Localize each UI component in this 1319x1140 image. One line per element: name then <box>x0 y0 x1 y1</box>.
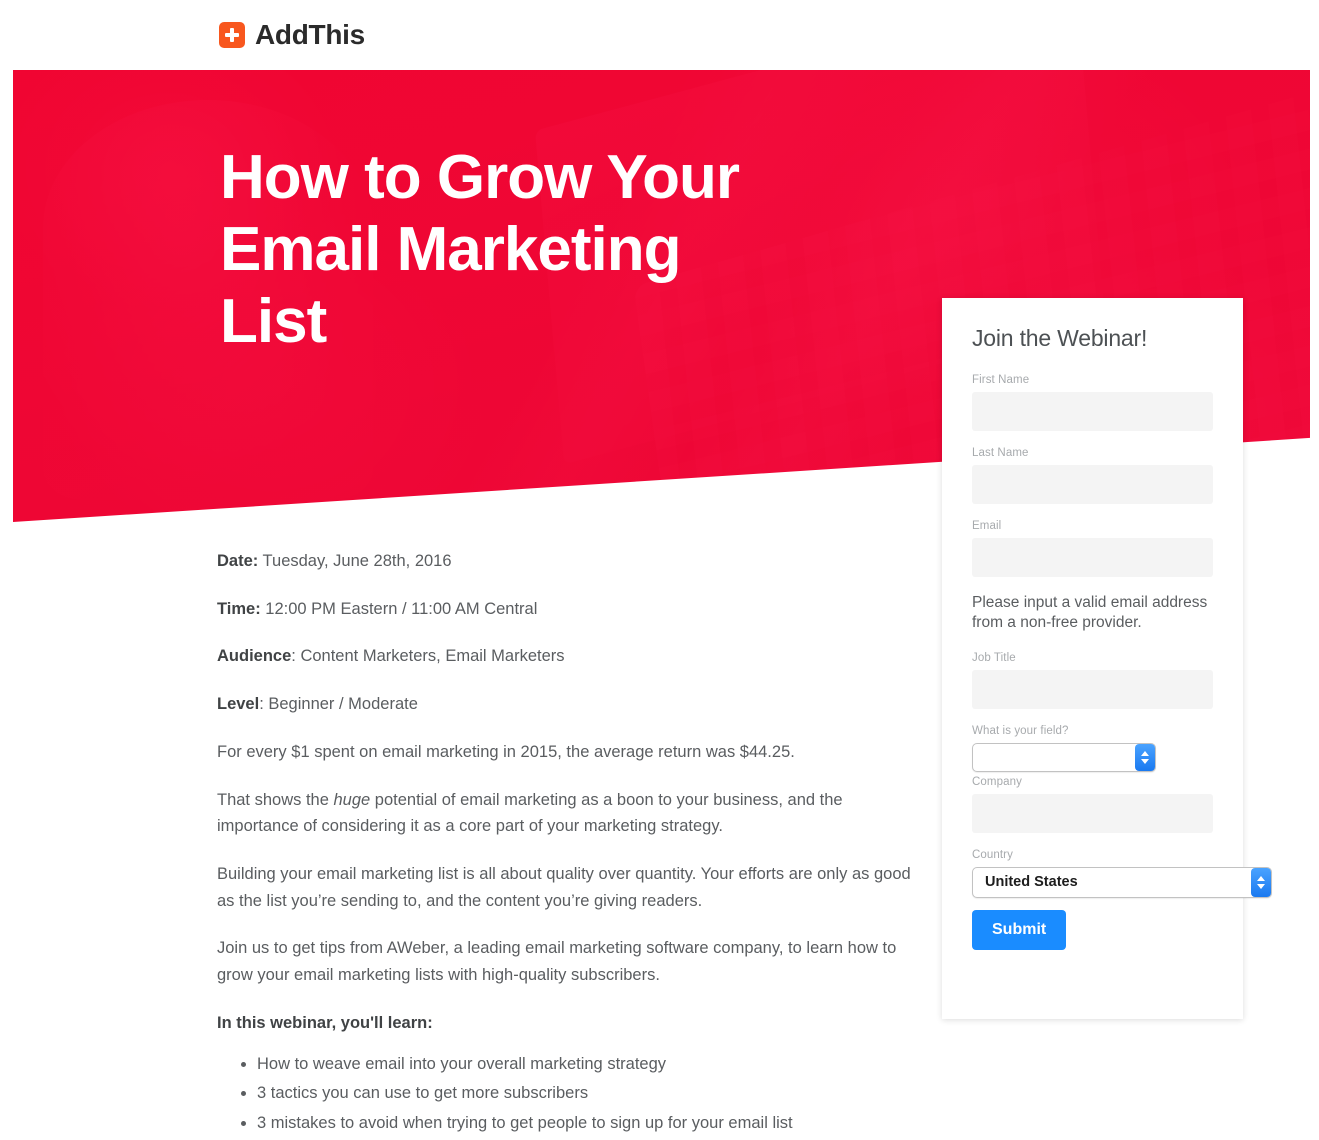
top-brand-bar: AddThis <box>0 0 1319 70</box>
meta-audience: Audience: Content Marketers, Email Marke… <box>217 643 917 670</box>
brand-name: AddThis <box>255 19 365 50</box>
paragraph-potential-part1: That shows the <box>217 790 334 809</box>
list-item: How to weave email into your overall mar… <box>257 1051 917 1078</box>
webinar-signup-form: Join the Webinar! First Name Last Name E… <box>942 298 1272 1019</box>
learn-lead-in: In this webinar, you'll learn: <box>217 1013 433 1032</box>
meta-level: Level: Beginner / Moderate <box>217 691 917 718</box>
form-title: Join the Webinar! <box>972 325 1148 351</box>
field-select-value <box>972 742 1156 772</box>
paragraph-quality: Building your email marketing list is al… <box>217 865 911 910</box>
submit-button[interactable]: Submit <box>972 909 1067 950</box>
meta-audience-value: : Content Marketers, Email Marketers <box>291 647 565 666</box>
page-title: How to Grow Your Email Marketing List <box>220 143 740 356</box>
paragraph-potential: That shows the huge potential of email m… <box>217 787 917 840</box>
meta-level-value: : Beginner / Moderate <box>259 695 418 714</box>
first-name-input[interactable] <box>972 392 1213 431</box>
last-name-label: Last Name <box>972 447 1029 459</box>
email-label: Email <box>972 520 1002 532</box>
country-select[interactable]: United States <box>972 866 1272 898</box>
paragraph-aweber: Join us to get tips from AWeber, a leadi… <box>217 939 897 985</box>
job-title-label: Job Title <box>972 651 1016 664</box>
meta-time-label: Time: <box>217 599 261 618</box>
meta-time-value: 12:00 PM Eastern / 11:00 AM Central <box>260 599 538 618</box>
article-body: Date: Tuesday, June 28th, 2016 Time: 12:… <box>217 548 917 1140</box>
email-input[interactable] <box>972 538 1213 577</box>
meta-audience-label: Audience <box>217 647 292 666</box>
company-input[interactable] <box>972 793 1213 833</box>
meta-time: Time: 12:00 PM Eastern / 11:00 AM Centra… <box>217 596 917 623</box>
country-label: Country <box>972 848 1013 861</box>
meta-date: Date: Tuesday, June 28th, 2016 <box>217 548 917 575</box>
chevron-updown-icon[interactable] <box>1135 743 1155 771</box>
meta-date-label: Date: <box>217 552 259 570</box>
meta-date-value: Tuesday, June 28th, 2016 <box>258 552 452 570</box>
field-select[interactable] <box>972 742 1213 772</box>
chevron-updown-icon[interactable] <box>1251 867 1271 897</box>
country-select-value: United States <box>972 866 1272 898</box>
list-item: 3 mistakes to avoid when trying to get p… <box>257 1110 917 1137</box>
learn-bullet-list: How to weave email into your overall mar… <box>217 1051 917 1137</box>
company-label: Company <box>972 775 1022 788</box>
emphasis-huge: huge <box>333 790 371 809</box>
last-name-input[interactable] <box>972 465 1213 504</box>
field-label: What is your field? <box>972 724 1069 737</box>
addthis-logo[interactable]: AddThis <box>219 21 365 49</box>
first-name-label: First Name <box>972 374 1030 386</box>
paragraph-roi: For every $1 spent on email marketing in… <box>217 742 795 761</box>
addthis-plus-icon <box>219 22 245 48</box>
list-item: 3 tactics you can use to get more subscr… <box>257 1080 917 1107</box>
job-title-input[interactable] <box>972 669 1213 709</box>
email-validation-note: Please input a valid email address from … <box>972 594 1208 632</box>
meta-level-label: Level <box>217 695 260 714</box>
